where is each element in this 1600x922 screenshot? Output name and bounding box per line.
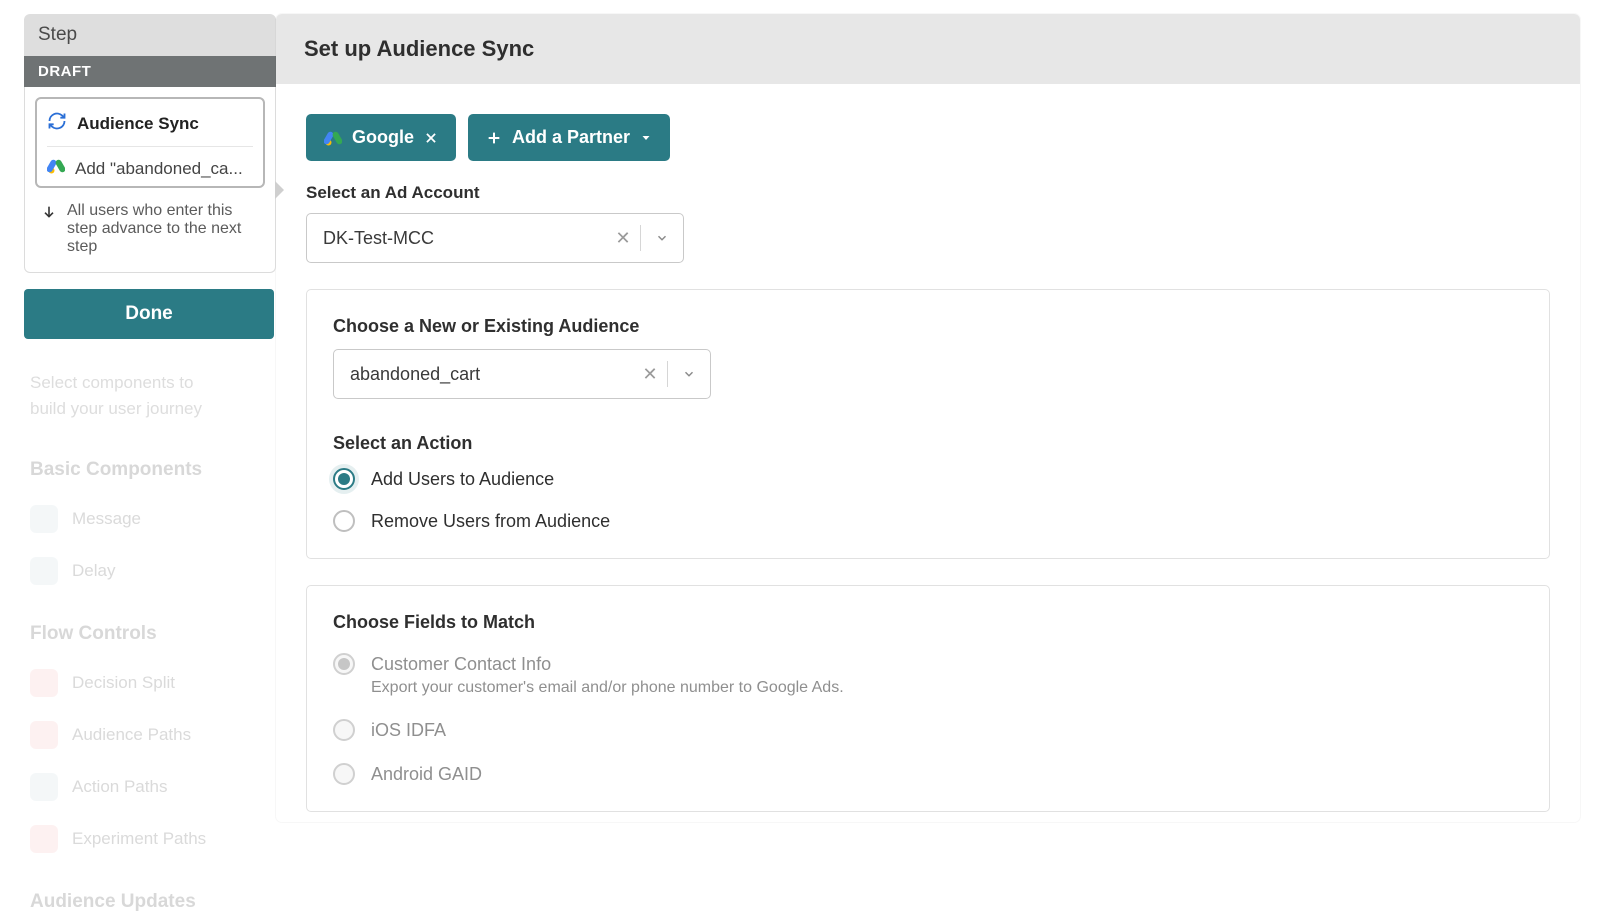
- radio-icon: [333, 719, 355, 741]
- google-ads-icon: [47, 157, 65, 180]
- arrow-down-icon: [41, 204, 57, 220]
- chevron-down-icon[interactable]: [668, 367, 710, 381]
- step-side-panel: Step DRAFT Audience Sync Add "abandoned_…: [0, 0, 276, 922]
- add-partner-button[interactable]: Add a Partner: [468, 114, 670, 161]
- setup-panel: Set up Audience Sync Google: [276, 14, 1580, 822]
- step-advance-note: All users who enter this step advance to…: [35, 188, 265, 262]
- radio-icon: [333, 510, 355, 532]
- partner-chip-google[interactable]: Google: [306, 114, 456, 161]
- google-ads-icon: [324, 129, 342, 147]
- close-icon[interactable]: [424, 131, 438, 145]
- radio-remove-users-label: Remove Users from Audience: [371, 511, 610, 532]
- ad-account-label: Select an Ad Account: [306, 183, 1550, 203]
- step-card-inner[interactable]: Audience Sync Add "abandoned_ca...: [35, 97, 265, 188]
- step-card-title: Audience Sync: [77, 114, 199, 134]
- audience-select[interactable]: abandoned_cart ✕: [333, 349, 711, 399]
- radio-icon: [333, 468, 355, 490]
- add-partner-label: Add a Partner: [512, 127, 630, 148]
- plus-icon: [486, 130, 502, 146]
- audience-value: abandoned_cart: [334, 364, 633, 385]
- radio-add-users[interactable]: Add Users to Audience: [333, 468, 1523, 490]
- radio-icon: [333, 763, 355, 785]
- action-label: Select an Action: [333, 433, 1523, 454]
- ad-account-select[interactable]: DK-Test-MCC ✕: [306, 213, 684, 263]
- field-contact-label: Customer Contact Info: [371, 654, 551, 675]
- radio-android-gaid[interactable]: Android GAID: [333, 763, 1523, 785]
- radio-add-users-label: Add Users to Audience: [371, 469, 554, 490]
- fields-match-box: Choose Fields to Match Customer Contact …: [306, 585, 1550, 812]
- step-card: Audience Sync Add "abandoned_ca... All u…: [24, 87, 276, 273]
- field-contact-desc: Export your customer's email and/or phon…: [371, 679, 1523, 697]
- step-card-subtitle: Add "abandoned_ca...: [75, 159, 243, 179]
- audience-action-box: Choose a New or Existing Audience abando…: [306, 289, 1550, 559]
- panel-title: Set up Audience Sync: [276, 14, 1580, 84]
- radio-remove-users[interactable]: Remove Users from Audience: [333, 510, 1523, 532]
- ad-account-value: DK-Test-MCC: [307, 228, 606, 249]
- field-gaid-label: Android GAID: [371, 764, 482, 785]
- chevron-down-icon[interactable]: [641, 231, 683, 245]
- radio-icon: [333, 653, 355, 675]
- chip-google-label: Google: [352, 127, 414, 148]
- clear-icon[interactable]: ✕: [633, 364, 667, 385]
- audience-label: Choose a New or Existing Audience: [333, 316, 1523, 337]
- clear-icon[interactable]: ✕: [606, 228, 640, 249]
- field-idfa-label: iOS IDFA: [371, 720, 446, 741]
- radio-customer-contact[interactable]: Customer Contact Info: [333, 653, 1523, 675]
- fields-label: Choose Fields to Match: [333, 612, 1523, 633]
- done-button[interactable]: Done: [24, 289, 274, 339]
- step-header: Step: [24, 14, 276, 56]
- draft-badge: DRAFT: [24, 56, 276, 87]
- radio-ios-idfa[interactable]: iOS IDFA: [333, 719, 1523, 741]
- chevron-down-icon: [640, 132, 652, 144]
- advance-text: All users who enter this step advance to…: [67, 202, 259, 256]
- audience-sync-icon: [47, 111, 67, 136]
- divider: [47, 146, 253, 147]
